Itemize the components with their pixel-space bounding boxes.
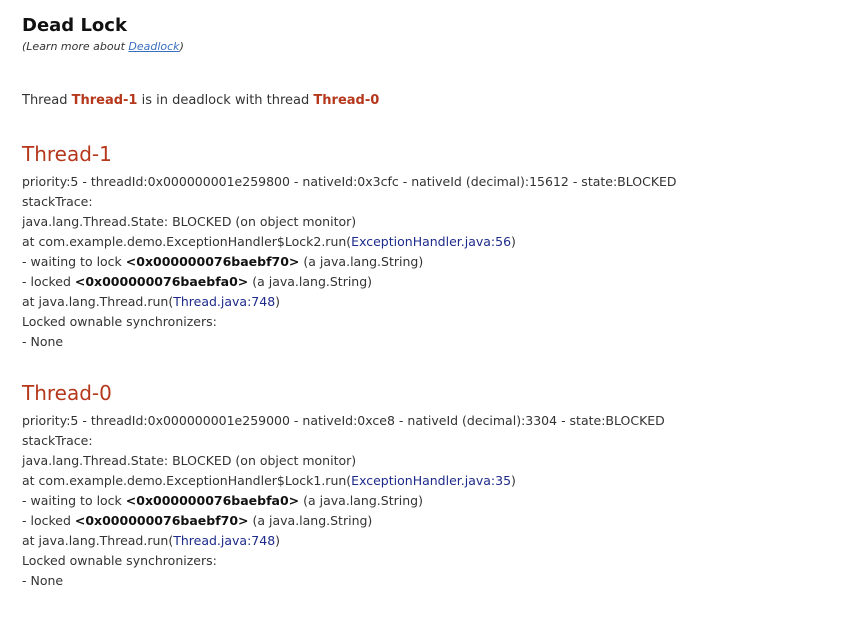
source-link[interactable]: Thread.java:748	[173, 533, 275, 548]
lock-address: <0x000000076baebf70>	[74, 513, 249, 528]
frame-text: at com.example.demo.ExceptionHandler$Loc…	[22, 234, 352, 249]
frame-text: at java.lang.Thread.run(	[22, 294, 174, 309]
frame-text: at java.lang.Thread.run(	[22, 533, 174, 548]
synchronizers-label: Locked ownable synchronizers:	[22, 314, 217, 329]
waiting-to-lock-line: - waiting to lock <0x000000076baebf70> (…	[22, 252, 838, 272]
synchronizers-value: - None	[22, 334, 64, 349]
lock-address: <0x000000076baebfa0>	[125, 493, 300, 508]
frame-text: at com.example.demo.ExceptionHandler$Loc…	[22, 473, 352, 488]
deadlock-report: Dead Lock (Learn more about Deadlock) Th…	[22, 14, 838, 591]
stack-frame: at java.lang.Thread.run(Thread.java:748)	[22, 292, 838, 312]
lock-address: <0x000000076baebf70>	[125, 254, 300, 269]
thread-block-thread-1: Thread-1 priority:5 - threadId:0x0000000…	[22, 141, 838, 352]
stack-frame: at java.lang.Thread.run(Thread.java:748)	[22, 531, 838, 551]
summary-prefix: Thread	[22, 93, 72, 108]
frame-suffix: )	[511, 473, 516, 488]
locked-prefix: - locked	[22, 274, 75, 289]
stack-frame: at com.example.demo.ExceptionHandler$Loc…	[22, 232, 838, 252]
stack-trace-label: stackTrace:	[22, 433, 93, 448]
source-link[interactable]: ExceptionHandler.java:56	[351, 234, 511, 249]
summary-thread-a: Thread-1	[71, 93, 138, 108]
frame-suffix: )	[275, 533, 281, 548]
summary-thread-b: Thread-0	[313, 93, 380, 108]
deadlock-summary: Thread Thread-1 is in deadlock with thre…	[22, 91, 838, 111]
summary-middle: is in deadlock with thread	[137, 93, 314, 108]
stack-trace-label: stackTrace:	[22, 194, 93, 209]
deadlock-help-link[interactable]: Deadlock	[128, 40, 179, 53]
locked-prefix: - locked	[22, 513, 75, 528]
locked-line: - locked <0x000000076baebfa0> (a java.la…	[22, 272, 838, 292]
thread-heading: Thread-1	[22, 142, 112, 166]
lock-address: <0x000000076baebfa0>	[74, 274, 249, 289]
synchronizers-value: - None	[22, 573, 64, 588]
thread-state-line: java.lang.Thread.State: BLOCKED (on obje…	[22, 453, 357, 468]
waiting-prefix: - waiting to lock	[22, 254, 126, 269]
locked-suffix: (a java.lang.String)	[248, 274, 373, 289]
learn-more-note: (Learn more about Deadlock)	[22, 39, 838, 55]
learn-more-suffix: )	[179, 40, 184, 53]
synchronizers-label: Locked ownable synchronizers:	[22, 553, 217, 568]
waiting-to-lock-line: - waiting to lock <0x000000076baebfa0> (…	[22, 491, 838, 511]
thread-info: priority:5 - threadId:0x000000001e259000…	[22, 413, 665, 428]
frame-suffix: )	[511, 234, 516, 249]
waiting-suffix: (a java.lang.String)	[299, 254, 424, 269]
waiting-prefix: - waiting to lock	[22, 493, 126, 508]
thread-state-line: java.lang.Thread.State: BLOCKED (on obje…	[22, 214, 357, 229]
thread-heading: Thread-0	[22, 381, 112, 405]
learn-more-prefix: (Learn more about	[22, 40, 129, 53]
thread-info: priority:5 - threadId:0x000000001e259800…	[22, 174, 677, 189]
page-title: Dead Lock	[22, 15, 127, 36]
thread-block-thread-0: Thread-0 priority:5 - threadId:0x0000000…	[22, 380, 838, 591]
source-link[interactable]: ExceptionHandler.java:35	[351, 473, 511, 488]
source-link[interactable]: Thread.java:748	[173, 294, 275, 309]
stack-frame: at com.example.demo.ExceptionHandler$Loc…	[22, 471, 838, 491]
locked-suffix: (a java.lang.String)	[248, 513, 373, 528]
waiting-suffix: (a java.lang.String)	[299, 493, 423, 508]
frame-suffix: )	[275, 294, 281, 309]
locked-line: - locked <0x000000076baebf70> (a java.la…	[22, 511, 838, 531]
